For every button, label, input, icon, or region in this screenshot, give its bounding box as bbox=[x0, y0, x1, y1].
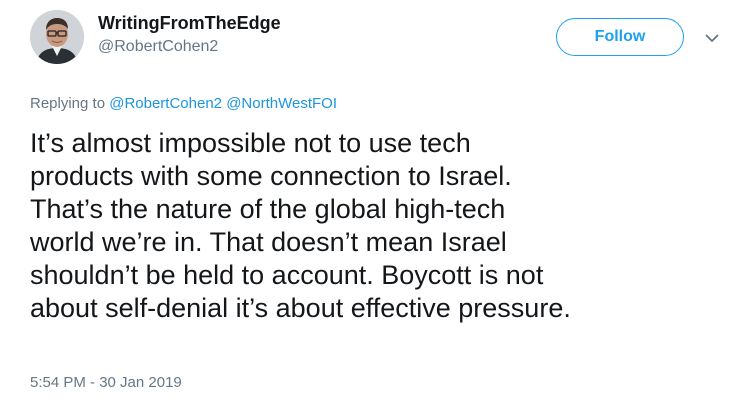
reply-context: Replying to @RobertCohen2 @NorthWestFOI bbox=[30, 94, 337, 114]
mention-link[interactable]: @RobertCohen2 bbox=[109, 95, 222, 112]
tweet-text-line: shouldn’t be held to account. Boycott is… bbox=[30, 260, 544, 290]
tweet-text: It’s almost impossible not to use tech p… bbox=[30, 127, 730, 325]
author-display-name[interactable]: WritingFromTheEdge bbox=[98, 12, 281, 34]
profile-photo-icon bbox=[30, 10, 84, 64]
author-handle[interactable]: @RobertCohen2 bbox=[98, 37, 218, 57]
tweet-text-line: about self-denial it’s about effective p… bbox=[30, 293, 571, 323]
more-options-button[interactable] bbox=[700, 26, 724, 50]
tweet-text-line: That’s the nature of the global high-tec… bbox=[30, 194, 506, 224]
tweet-text-line: products with some connection to Israel. bbox=[30, 161, 512, 191]
tweet-text-line: world we’re in. That doesn’t mean Israel bbox=[30, 227, 507, 257]
mention-link[interactable]: @NorthWestFOI bbox=[226, 95, 337, 112]
follow-button[interactable]: Follow bbox=[556, 18, 684, 56]
tweet-text-line: It’s almost impossible not to use tech bbox=[30, 128, 471, 158]
chevron-down-icon bbox=[705, 34, 719, 42]
tweet-card: WritingFromTheEdge @RobertCohen2 Follow … bbox=[0, 0, 745, 413]
avatar[interactable] bbox=[30, 10, 84, 64]
tweet-timestamp[interactable]: 5:54 PM - 30 Jan 2019 bbox=[30, 373, 182, 393]
reply-prefix: Replying to bbox=[30, 95, 106, 112]
